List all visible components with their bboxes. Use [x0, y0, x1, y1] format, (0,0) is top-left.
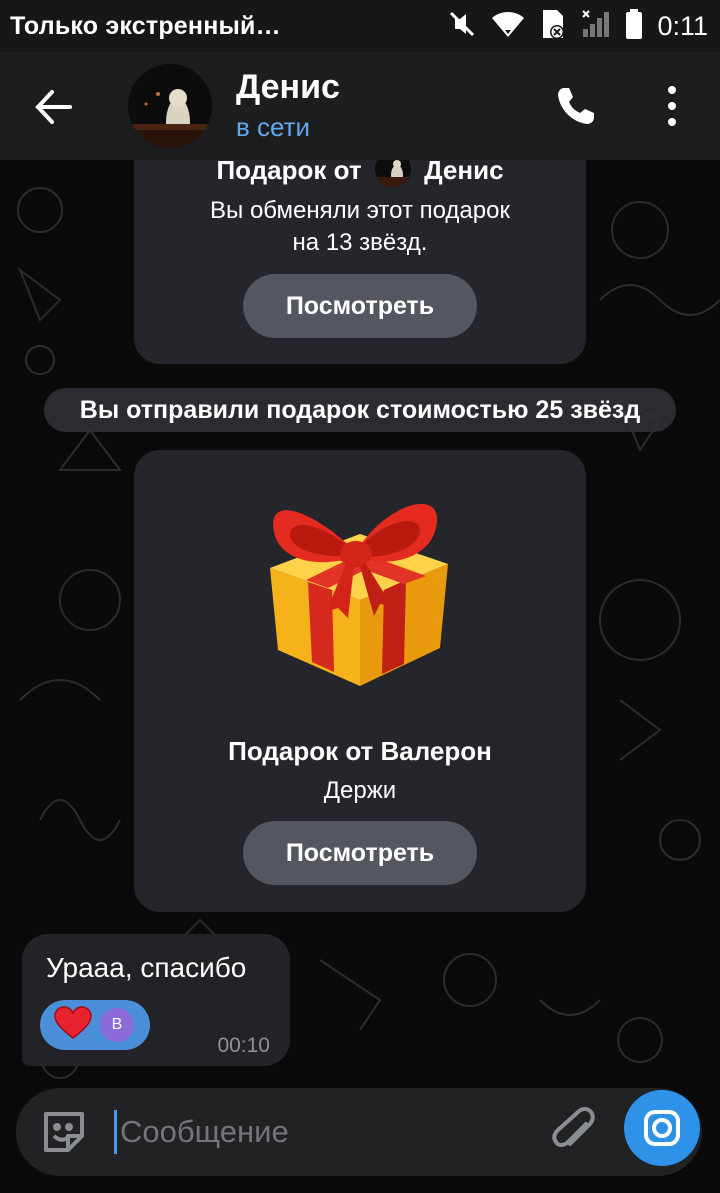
view-gift-button[interactable]: Посмотреть — [243, 274, 477, 338]
battery-icon — [625, 8, 643, 44]
gift-box-icon — [256, 472, 466, 692]
chat-title[interactable]: Денис — [236, 68, 340, 107]
gift-received-subtitle-2: на 13 звёзд. — [292, 229, 428, 256]
status-bar: Только экстренный… 0:11 — [0, 0, 720, 52]
more-vertical-icon[interactable] — [658, 82, 686, 130]
online-status: в сети — [236, 112, 311, 142]
reaction-chip[interactable]: В — [40, 1000, 150, 1050]
camera-icon[interactable] — [624, 1090, 700, 1166]
gift-sent-subtitle: Держи — [323, 777, 397, 804]
message-composer — [16, 1088, 702, 1176]
paperclip-icon[interactable] — [550, 1106, 600, 1158]
message-input[interactable] — [120, 1106, 540, 1158]
wifi-icon — [491, 10, 525, 43]
back-arrow-icon[interactable] — [30, 82, 80, 132]
text-caret — [114, 1110, 117, 1154]
service-message: Вы отправили подарок стоимостью 25 звёзд — [44, 388, 676, 432]
notification-text: Только экстренный… — [10, 11, 281, 40]
signal-icon — [581, 9, 611, 44]
gift-card-sent: Подарок от Валерон Держи Посмотреть — [134, 450, 586, 912]
sim-blocked-icon — [539, 8, 567, 45]
gift-sent-title: Подарок от Валерон — [228, 736, 492, 766]
phone-icon[interactable] — [552, 82, 600, 130]
sticker-icon[interactable] — [38, 1106, 90, 1158]
incoming-message[interactable]: Урааа, спасибо В 00:10 — [22, 934, 290, 1066]
view-gift-button[interactable]: Посмотреть — [243, 821, 477, 885]
chat-header: Денис в сети — [0, 52, 720, 160]
avatar[interactable] — [128, 64, 212, 148]
message-text: Урааа, спасибо — [46, 952, 247, 983]
reactor-avatar: В — [100, 1008, 134, 1042]
clock: 0:11 — [657, 10, 708, 41]
mute-icon — [447, 9, 477, 44]
gift-received-subtitle-1: Вы обменяли этот подарок — [210, 197, 510, 224]
heart-icon — [54, 1005, 92, 1045]
message-time: 00:10 — [217, 1034, 270, 1057]
